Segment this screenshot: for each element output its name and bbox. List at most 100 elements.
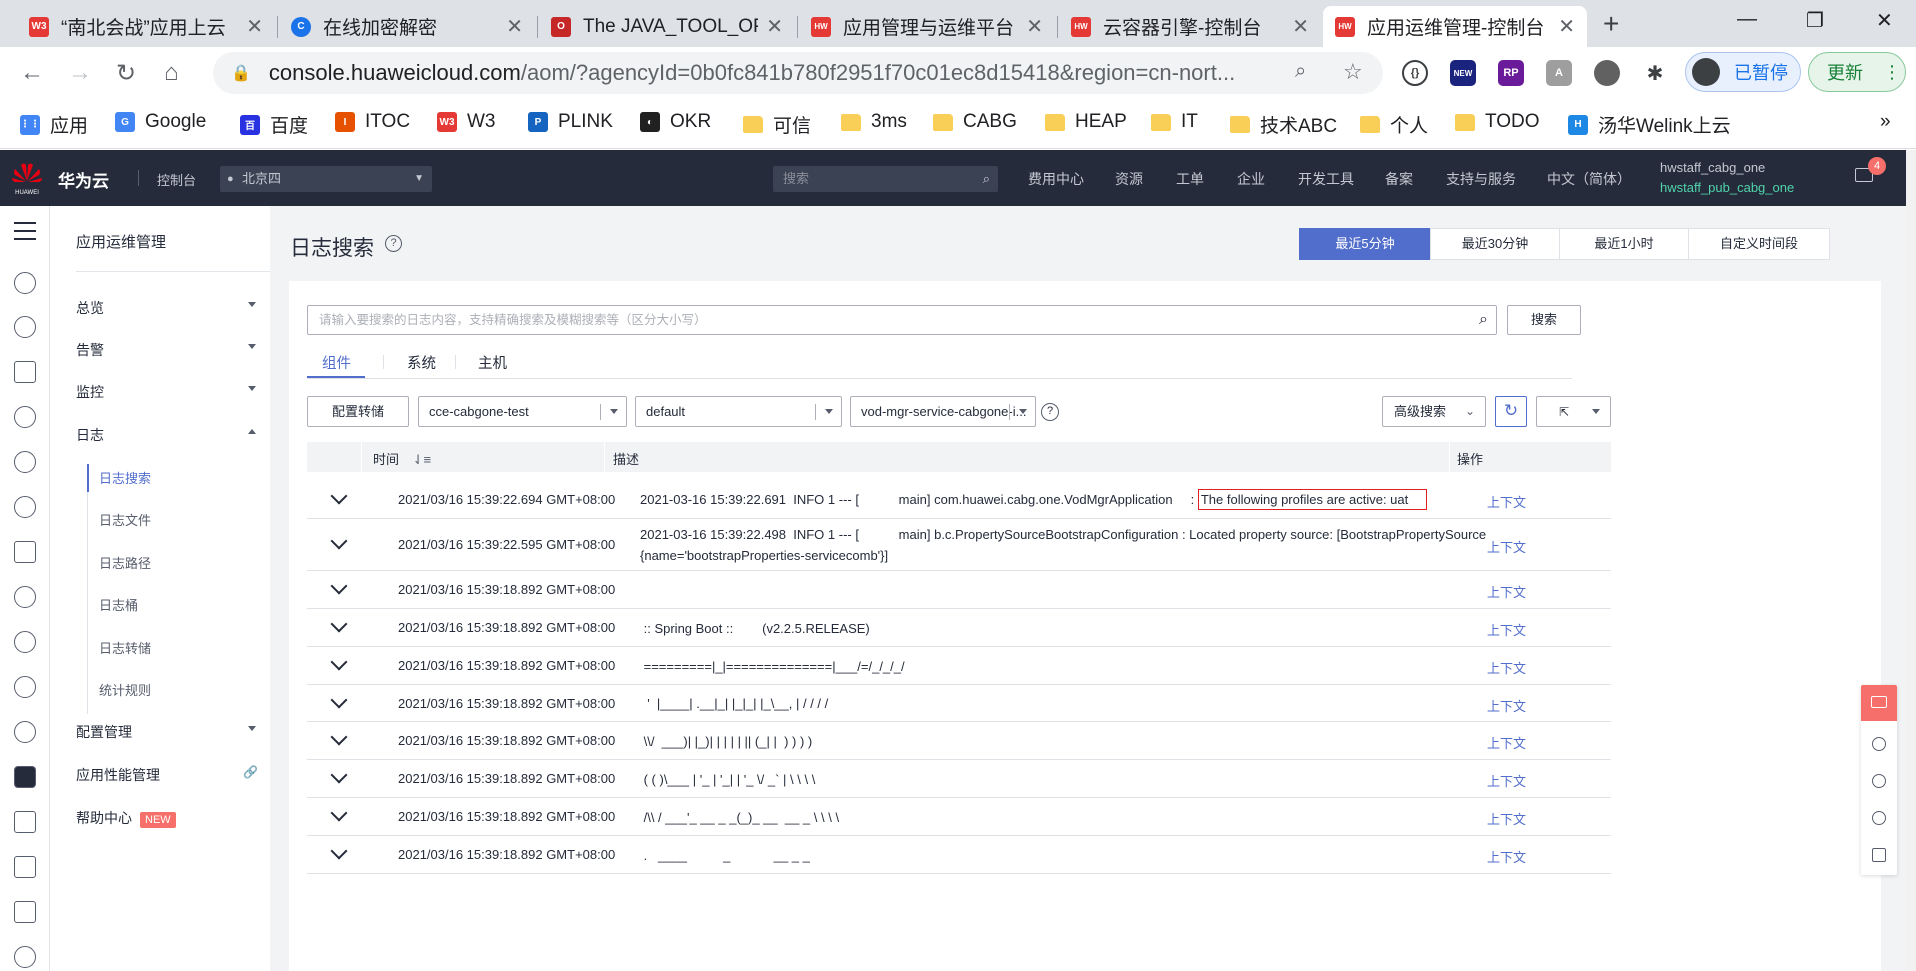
service-robot-icon[interactable] (1872, 774, 1886, 788)
bookmark-star-icon[interactable]: ☆ (1343, 59, 1363, 85)
tab-system[interactable]: 系统 (407, 352, 436, 373)
close-tab-icon[interactable]: ✕ (1558, 14, 1575, 39)
context-link[interactable]: 上下文 (1487, 733, 1526, 752)
expand-row-chevron-icon[interactable] (330, 691, 348, 708)
context-link[interactable]: 上下文 (1487, 847, 1526, 866)
browser-tab[interactable]: HW 云容器引擎-控制台 ✕ (1059, 6, 1321, 47)
api-service-icon[interactable] (14, 721, 36, 743)
bookmark-item[interactable]: ⋮⋮ 应用 (20, 111, 88, 138)
help-question-icon[interactable] (1872, 811, 1886, 825)
bookmark-item[interactable]: HEAP (1045, 111, 1127, 133)
user-account[interactable]: hwstaff_pub_cabg_one (1660, 180, 1794, 195)
deploy-service-icon[interactable] (14, 361, 36, 383)
search-button[interactable]: 搜索 (1507, 305, 1581, 335)
help-question-icon[interactable]: ? (385, 235, 402, 252)
help-question-icon[interactable]: ? (1041, 403, 1059, 421)
search-service-icon[interactable] (14, 946, 36, 968)
advanced-search-button[interactable]: 高级搜索 ⌄ (1382, 396, 1486, 427)
sidebar-item-overview[interactable]: 总览 (76, 298, 256, 318)
log-search-input[interactable]: 请输入要搜索的日志内容，支持精确搜索及模糊搜索等（区分大小写） ⌕ (307, 305, 1497, 335)
expand-row-chevron-icon[interactable] (330, 728, 348, 746)
nav-dev-tools[interactable]: 开发工具 (1298, 169, 1354, 189)
extension-json-icon[interactable]: {} (1402, 60, 1428, 86)
refresh-icon[interactable]: ↻ (1495, 396, 1527, 427)
update-button[interactable]: 更新 ⋮ (1808, 52, 1906, 92)
profile-paused-button[interactable]: 已暂停 (1685, 52, 1801, 92)
close-tab-icon[interactable]: ✕ (1026, 14, 1043, 39)
expand-row-chevron-icon[interactable] (330, 842, 348, 860)
reload-icon[interactable]: ↻ (116, 59, 136, 88)
nav-enterprise[interactable]: 企业 (1237, 169, 1265, 189)
hamburger-menu-icon[interactable] (14, 222, 36, 246)
tab-host[interactable]: 主机 (478, 352, 507, 373)
close-window-icon[interactable]: ✕ (1876, 8, 1893, 33)
more-menu-icon[interactable]: ⋮ (1883, 62, 1901, 83)
search-icon[interactable]: ⌕ (1479, 306, 1488, 334)
extensions-puzzle-icon[interactable]: ✱ (1642, 60, 1668, 86)
expand-row-chevron-icon[interactable] (330, 653, 348, 671)
bookmark-item[interactable]: TODO (1455, 111, 1540, 133)
extension-new-icon[interactable]: NEW (1450, 60, 1476, 86)
sidebar-item-alarms[interactable]: 告警 (76, 340, 256, 360)
bookmark-item[interactable]: ◐ OKR (640, 111, 711, 133)
console-link[interactable]: 控制台 (157, 170, 196, 189)
nav-tickets[interactable]: 工单 (1176, 169, 1204, 189)
minimize-icon[interactable]: — (1737, 8, 1757, 31)
close-tab-icon[interactable]: ✕ (1292, 14, 1309, 39)
sidebar-subitem-stat-rules[interactable]: 统计规则 (99, 680, 151, 699)
close-tab-icon[interactable]: ✕ (506, 14, 523, 39)
gear-service-icon[interactable] (14, 586, 36, 608)
export-button[interactable]: ⇱ (1536, 396, 1611, 427)
smile-feedback-icon[interactable] (1872, 737, 1886, 751)
workload-select[interactable]: vod-mgr-service-cabgone-i... (850, 396, 1036, 427)
context-link[interactable]: 上下文 (1487, 582, 1526, 601)
time-range-custom[interactable]: 自定义时间段 (1688, 228, 1830, 260)
bookmark-item[interactable]: IT (1151, 111, 1198, 133)
brand-name[interactable]: 华为云 (58, 167, 109, 192)
column-time-header[interactable]: 时间 ⇃≡ (373, 449, 431, 468)
bookmark-item[interactable]: CABG (933, 111, 1017, 133)
browser-tab-active[interactable]: HW 应用运维管理-控制台 ✕ (1323, 6, 1587, 47)
checklist-icon[interactable] (1872, 848, 1886, 862)
sidebar-item-apm[interactable]: 应用性能管理 🔗 (76, 765, 258, 785)
chat-support-icon[interactable] (1861, 685, 1897, 721)
restore-icon[interactable]: ❐ (1806, 8, 1824, 33)
expand-row-chevron-icon[interactable] (330, 804, 348, 822)
extension-rp-icon[interactable]: RP (1498, 60, 1524, 86)
close-tab-icon[interactable]: ✕ (246, 14, 263, 39)
sort-icon[interactable]: ⇃≡ (413, 452, 431, 467)
sidebar-item-monitoring[interactable]: 监控 (76, 382, 256, 402)
search-icon[interactable]: ⌕ (983, 166, 990, 192)
url-bar[interactable]: 🔒 console.huaweicloud.com/aom/?agencyId=… (213, 52, 1383, 94)
global-search-input[interactable]: 搜索 ⌕ (773, 166, 998, 192)
monitor-service-icon[interactable] (14, 496, 36, 518)
network-service-icon[interactable] (14, 316, 36, 338)
sidebar-item-config[interactable]: 配置管理 (76, 722, 256, 742)
sidebar-item-help[interactable]: 帮助中心 NEW (76, 808, 256, 828)
bookmark-item[interactable]: G Google (115, 111, 206, 133)
language-select[interactable]: 中文（简体） (1547, 169, 1631, 189)
bookmark-item[interactable]: P PLINK (528, 111, 613, 133)
bookmark-item[interactable]: 个人 (1360, 111, 1428, 138)
expand-row-chevron-icon[interactable] (330, 766, 348, 784)
more-bookmarks-icon[interactable]: » (1880, 111, 1891, 133)
bookmark-item[interactable]: W3 W3 (437, 111, 496, 133)
nav-resources[interactable]: 资源 (1115, 169, 1143, 189)
context-link[interactable]: 上下文 (1487, 658, 1526, 677)
diamond-service-icon[interactable] (14, 541, 36, 563)
forward-arrow-icon[interactable]: → (68, 59, 92, 87)
extension-pdf-icon[interactable]: A (1546, 60, 1572, 86)
bookmark-item[interactable]: 可信 (743, 111, 811, 138)
expand-row-chevron-icon[interactable] (330, 532, 348, 550)
bookmark-item[interactable]: 技术ABC (1230, 111, 1337, 138)
bookmark-item[interactable]: 百百度 (240, 111, 308, 138)
bookmark-item[interactable]: I ITOC (335, 111, 410, 133)
bookmark-item[interactable]: 3ms (841, 111, 907, 133)
ip-service-icon[interactable] (14, 406, 36, 428)
context-link[interactable]: 上下文 (1487, 537, 1526, 556)
sidebar-subitem-log-files[interactable]: 日志文件 (99, 510, 151, 529)
browser-tab[interactable]: HW 应用管理与运维平台 ✕ (799, 6, 1055, 47)
time-range-5min[interactable]: 最近5分钟 (1299, 228, 1431, 260)
nav-cost-center[interactable]: 费用中心 (1028, 169, 1084, 189)
cluster-service-icon[interactable] (14, 676, 36, 698)
